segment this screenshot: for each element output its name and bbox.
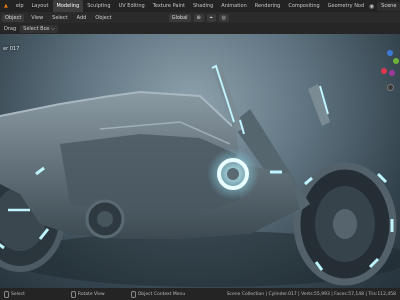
viewport-header: Object View Select Add Object Global ⊕ ⌖… [0, 12, 400, 23]
scene-statistics: Scene Collection | Cylinder.017 | Verts:… [226, 291, 396, 297]
tab-compositing[interactable]: Compositing [284, 0, 323, 12]
status-rotate: Rotate View [70, 290, 105, 298]
menu-view[interactable]: View [29, 15, 45, 21]
select-box-label: Select Box [23, 25, 50, 32]
tab-sculpting[interactable]: Sculpting [83, 0, 114, 12]
tab-texture-paint[interactable]: Texture Paint [149, 0, 189, 12]
transform-orientation-dropdown[interactable]: Global [168, 13, 191, 22]
viewport-object-name: er 017 [3, 46, 20, 52]
select-box-dropdown[interactable]: Select Box ⌵ [20, 24, 58, 33]
snap-icon[interactable]: ⌖ [206, 13, 216, 22]
proportional-edit-icon[interactable]: ◎ [218, 13, 229, 22]
tab-modeling[interactable]: Modeling [52, 0, 84, 12]
transform-tools: Global ⊕ ⌖ ◎ [168, 13, 229, 22]
scene-name-field[interactable]: Scene [377, 1, 400, 11]
tab-shading[interactable]: Shading [189, 0, 217, 12]
scene-icon[interactable]: ◉ [368, 3, 375, 10]
mouse-right-icon [130, 290, 136, 298]
tab-uv-editing[interactable]: UV Editing [115, 0, 149, 12]
interaction-mode-dropdown[interactable]: Object [2, 13, 25, 22]
tab-animation[interactable]: Animation [217, 0, 251, 12]
3d-viewport[interactable]: ​ er 017 [0, 34, 400, 288]
tab-rendering[interactable]: Rendering [251, 0, 285, 12]
gizmo-y-axis-icon[interactable] [393, 58, 399, 64]
gizmo-x-axis-icon[interactable] [381, 68, 387, 74]
mouse-left-icon [4, 290, 9, 298]
status-context-menu: Object Context Menu [130, 290, 185, 298]
tab-help[interactable]: elp [12, 0, 28, 12]
gizmo-z-axis-icon[interactable] [387, 50, 393, 56]
tool-settings-bar: Drag Select Box ⌵ [0, 23, 400, 34]
tab-layout[interactable]: Layout [28, 0, 53, 12]
gizmo-neg-axis-icon[interactable] [389, 70, 395, 76]
blender-logo-icon[interactable]: ▲ [0, 0, 12, 12]
front-wheel [293, 162, 397, 286]
top-menu-bar: ▲ elp Layout Modeling Sculpting UV Editi… [0, 0, 400, 12]
scene-selector-area: ◉ Scene ❏ ✕ [368, 0, 400, 12]
tab-geometry-nodes[interactable]: Geometry Nod [324, 0, 369, 12]
pivot-point-icon[interactable]: ⊕ [193, 13, 204, 22]
chevron-down-icon: ⌵ [51, 25, 55, 32]
mouse-middle-icon [70, 290, 76, 298]
menu-object[interactable]: Object [93, 15, 113, 21]
status-bar: Select Rotate View Object Context Menu S… [0, 288, 400, 300]
zoom-icon[interactable] [387, 84, 394, 91]
navigation-gizmo[interactable] [381, 50, 399, 100]
status-select: Select [4, 290, 25, 298]
menu-select[interactable]: Select [50, 15, 69, 21]
menu-add[interactable]: Add [75, 15, 89, 21]
drag-label: Drag [4, 25, 17, 32]
motorcycle-render [0, 64, 400, 287]
